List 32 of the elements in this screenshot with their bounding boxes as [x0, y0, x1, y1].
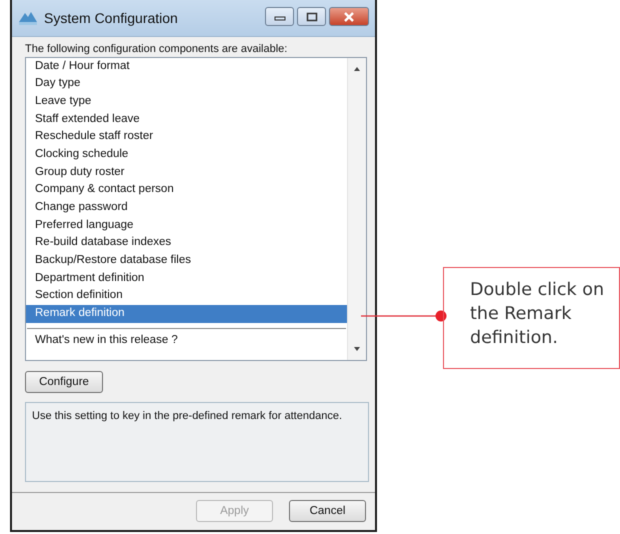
list-item[interactable]: Date / Hour format: [26, 58, 347, 76]
close-button[interactable]: [329, 7, 369, 26]
list-item[interactable]: Section definition: [26, 287, 347, 306]
callout-box: Double click on the Remark definition.: [443, 267, 620, 369]
description-text: Use this setting to key in the pre-defined remark for attendance.: [25, 402, 369, 482]
app-icon: [18, 10, 38, 26]
dialog-button[interactable]: Cancel: [289, 500, 366, 522]
scroll-up-icon[interactable]: [353, 66, 361, 72]
list-item[interactable]: Reschedule staff roster: [26, 128, 347, 146]
close-icon: [343, 12, 355, 22]
list-item[interactable]: Clocking schedule: [26, 146, 347, 164]
scrollbar[interactable]: [347, 58, 366, 360]
maximize-icon: [306, 12, 318, 22]
list-item[interactable]: Department definition: [26, 270, 347, 288]
maximize-button[interactable]: [297, 7, 326, 26]
component-list[interactable]: [25, 56, 367, 361]
list-label: The following configuration components are available:: [25, 42, 288, 55]
list-item[interactable]: Re-build database indexes: [26, 234, 347, 252]
list-item[interactable]: Company & contact person: [26, 181, 347, 200]
list-item[interactable]: Change password: [26, 199, 347, 217]
list-item[interactable]: What's new in this release ?: [26, 332, 347, 350]
scroll-down-icon[interactable]: [353, 346, 361, 352]
list-item[interactable]: Leave type: [26, 92, 347, 111]
minimize-button[interactable]: [265, 7, 294, 26]
list-item[interactable]: Group duty roster: [26, 164, 347, 182]
list-item[interactable]: Backup/Restore database files: [26, 252, 347, 270]
list-item[interactable]: Day type: [26, 75, 347, 93]
list-item[interactable]: Remark definition: [26, 305, 347, 323]
list-item[interactable]: Staff extended leave: [26, 110, 347, 128]
list-item[interactable]: Preferred language: [26, 216, 347, 234]
window-title: System Configuration: [44, 10, 179, 26]
configure-button[interactable]: Configure: [25, 370, 103, 393]
